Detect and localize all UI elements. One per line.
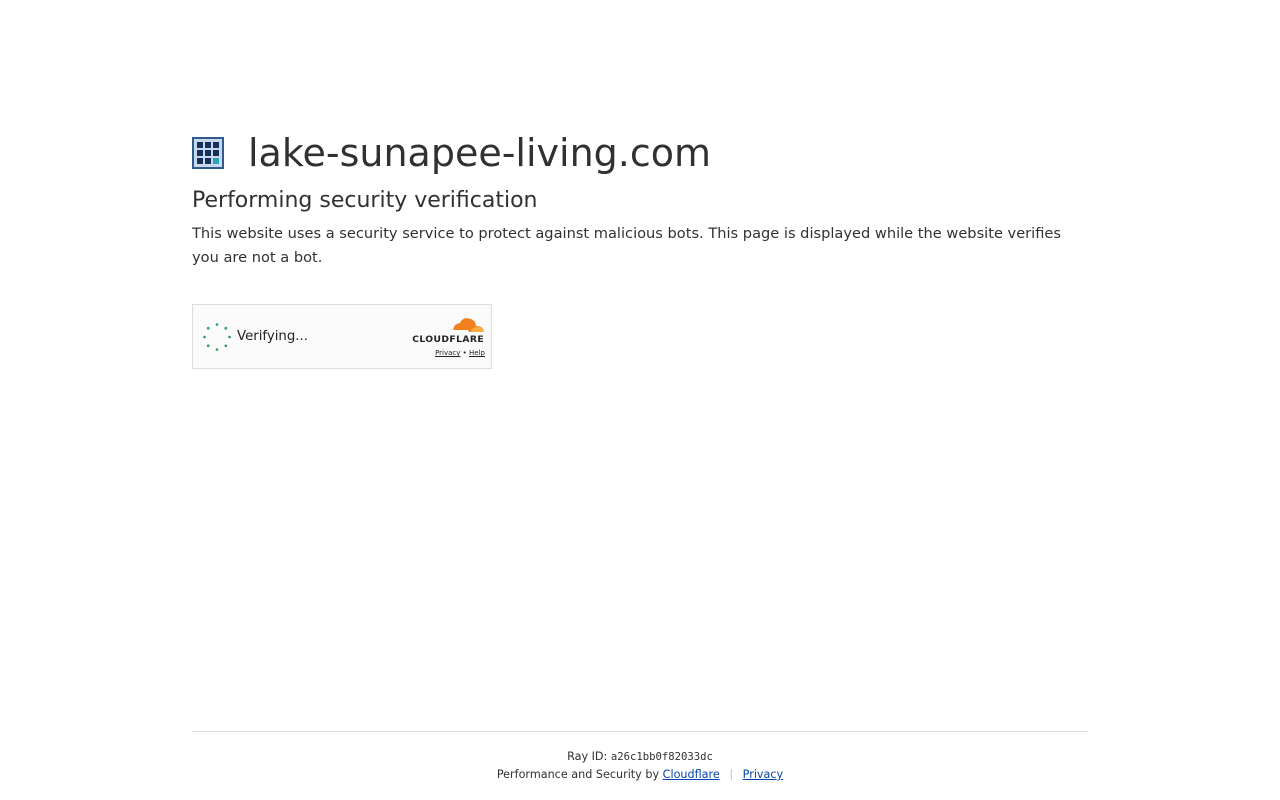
footer-divider [192,731,1088,732]
cloudflare-wordmark: CLOUDFLARE [412,334,484,345]
main-content: lake-sunapee-living.com Performing secur… [192,132,1088,270]
ray-id-value: a26c1bb0f82033dc [610,751,713,763]
performance-row: Performance and Security by Cloudflare |… [192,766,1088,784]
widget-help-link[interactable]: Help [469,349,485,357]
footer-privacy-link[interactable]: Privacy [743,768,784,781]
site-header: lake-sunapee-living.com [192,132,1088,174]
footer-separator: | [729,768,734,781]
verifying-status: Verifying... [237,329,308,344]
ray-id-row: Ray ID: a26c1bb0f82033dc [192,748,1088,766]
page-heading: Performing security verification [192,188,538,213]
site-grid-favicon-icon [192,137,224,169]
site-name: lake-sunapee-living.com [248,131,712,175]
cloudflare-logo-icon: CLOUDFLARE [412,318,484,345]
ray-id-label: Ray ID: [567,750,608,763]
widget-link-separator: • [462,349,467,357]
cloudflare-link[interactable]: Cloudflare [663,768,720,781]
loading-spinner-icon [203,323,231,351]
widget-links: Privacy • Help [413,348,485,358]
turnstile-widget[interactable]: Verifying... CLOUDFLARE Privacy • Help [192,304,492,369]
footer: Ray ID: a26c1bb0f82033dc Performance and… [192,748,1088,784]
verification-description: This website uses a security service to … [192,225,1062,266]
performance-text: Performance and Security by [496,768,660,781]
widget-privacy-link[interactable]: Privacy [435,349,460,357]
